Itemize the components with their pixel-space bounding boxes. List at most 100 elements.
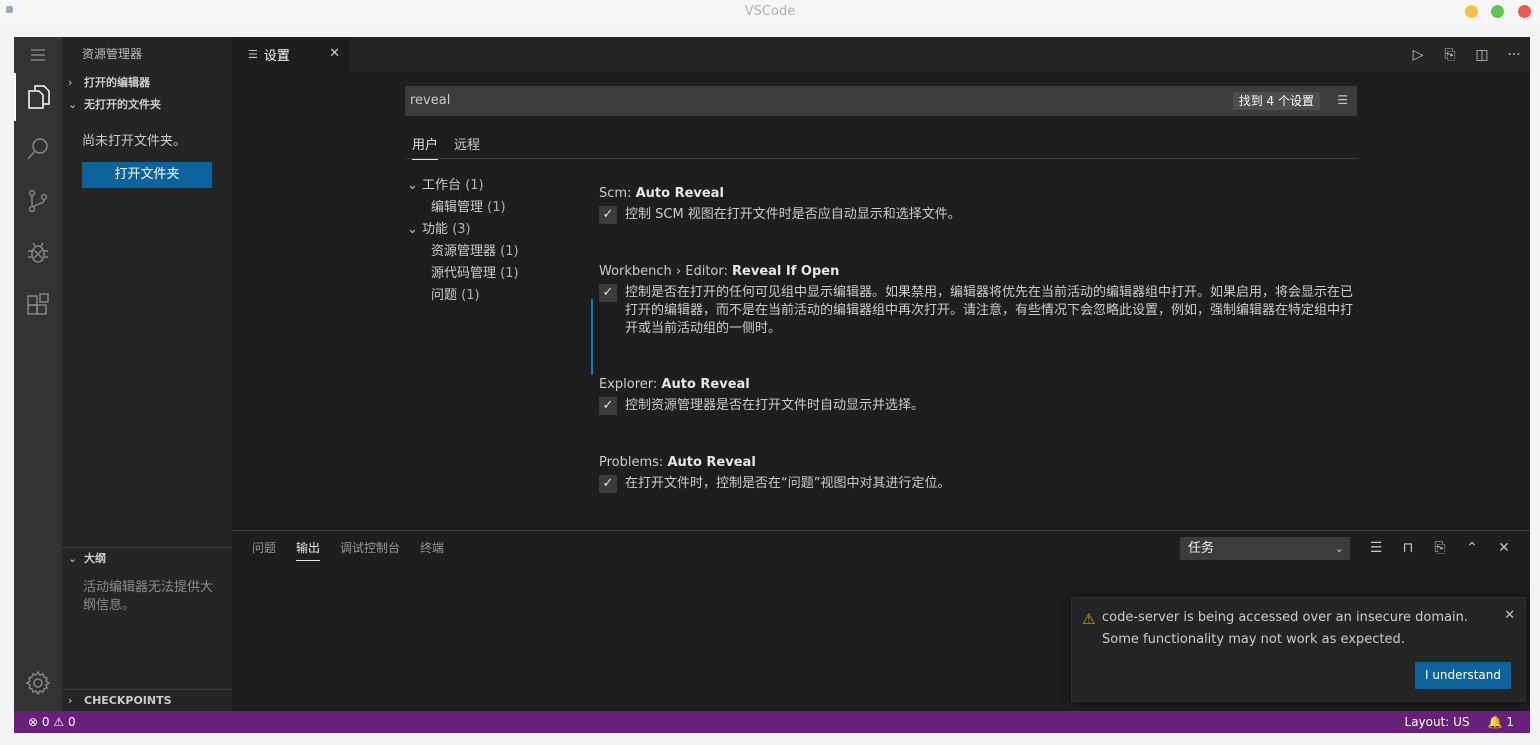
minimize-button[interactable]	[1465, 5, 1478, 18]
editor-actions: ▷ ⎘ ◫ ···	[1402, 37, 1530, 72]
toc-item-explorer[interactable]: 资源管理器 (1)	[407, 241, 519, 263]
debug-icon[interactable]	[14, 229, 62, 277]
notification-message: code-server is being accessed over an in…	[1102, 610, 1468, 647]
warning-count: 0	[67, 715, 76, 729]
toc-label: 编辑管理	[431, 200, 484, 215]
toc-item-scm[interactable]: 源代码管理 (1)	[407, 263, 519, 285]
toc-count: (1)	[465, 178, 484, 193]
outline-section[interactable]: ⌄ 大纲	[62, 548, 232, 570]
chevron-down-icon: ⌄	[68, 98, 78, 111]
tab-user[interactable]: 用户	[412, 134, 439, 160]
error-count: 0	[41, 715, 50, 729]
close-panel-icon[interactable]: ✕	[1488, 535, 1520, 561]
setting-explorer-auto-reveal: Explorer: Auto Reveal ✓ 控制资源管理器是否在打开文件时自动…	[599, 375, 1359, 415]
close-window-button[interactable]	[1518, 5, 1531, 18]
keyboard-layout-status[interactable]: Layout: US	[1405, 711, 1470, 733]
maximize-button[interactable]	[1491, 5, 1504, 18]
toc-label: 源代码管理	[431, 266, 497, 281]
chevron-down-icon: ⌄	[407, 178, 423, 193]
chevron-down-icon: ⌄	[68, 552, 78, 565]
setting-scm-auto-reveal: Scm: Auto Reveal ✓ 控制 SCM 视图在打开文件时是否应自动显示…	[599, 184, 1359, 224]
maximize-panel-icon[interactable]: ⌃	[1456, 535, 1488, 561]
bell-icon: 🔔	[1487, 715, 1503, 729]
tab-remote[interactable]: 远程	[454, 134, 480, 159]
chevron-right-icon: ›	[68, 694, 73, 707]
tab-problems[interactable]: 问题	[252, 539, 276, 561]
select-value: 任务	[1188, 541, 1215, 556]
explorer-icon[interactable]	[14, 73, 62, 121]
settings-editor: reveal 找到 4 个设置 ☰ 用户 远程 ⌄ 工作台 (1) 编辑管理 (…	[232, 72, 1530, 530]
tab-settings[interactable]: ☰ 设置 ✕	[232, 37, 350, 72]
menu-icon[interactable]	[14, 37, 62, 73]
more-actions-icon[interactable]: ···	[1498, 47, 1530, 63]
warning-icon: ⚠	[53, 715, 65, 729]
split-editor-icon[interactable]: ◫	[1466, 47, 1498, 63]
settings-gear-icon[interactable]	[14, 659, 62, 707]
tab-terminal[interactable]: 终端	[420, 539, 444, 561]
setting-name: Auto Reveal	[661, 377, 750, 392]
output-channel-select[interactable]: 任务 ⌄	[1180, 537, 1350, 560]
section-label: 打开的编辑器	[84, 76, 150, 89]
toc-label: 工作台	[422, 178, 462, 193]
open-json-icon[interactable]: ⎘	[1434, 47, 1466, 63]
checkbox[interactable]: ✓	[599, 284, 617, 302]
open-folder-button[interactable]: 打开文件夹	[82, 162, 212, 188]
tab-output[interactable]: 输出	[296, 539, 321, 561]
toc-count: (1)	[487, 200, 506, 215]
error-icon: ⊗	[28, 715, 39, 729]
close-icon[interactable]: ✕	[329, 46, 340, 61]
toc-item-editor-management[interactable]: 编辑管理 (1)	[407, 197, 519, 219]
run-icon[interactable]: ▷	[1402, 47, 1434, 63]
checkbox[interactable]: ✓	[599, 397, 617, 415]
setting-description: 控制资源管理器是否在打开文件时自动显示并选择。	[625, 398, 925, 413]
open-editors-section[interactable]: › 打开的编辑器	[62, 72, 232, 94]
search-icon[interactable]	[14, 125, 62, 173]
toc-item-features[interactable]: ⌄ 功能 (3)	[407, 219, 519, 241]
toc-item-workbench[interactable]: ⌄ 工作台 (1)	[407, 175, 519, 197]
open-log-icon[interactable]: ⎘	[1424, 535, 1456, 561]
problems-status[interactable]: ⊗ 0 ⚠ 0	[28, 711, 76, 733]
result-count-badge: 找到 4 个设置	[1232, 92, 1320, 110]
source-control-icon[interactable]	[14, 177, 62, 225]
close-icon[interactable]: ✕	[1504, 608, 1515, 623]
setting-description: 在打开文件时，控制是否在“问题”视图中对其进行定位。	[625, 476, 951, 491]
settings-file-icon: ☰	[248, 48, 258, 61]
setting-category: Problems:	[599, 455, 668, 470]
activity-bar	[14, 37, 62, 711]
extensions-icon[interactable]	[14, 281, 62, 329]
setting-name: Auto Reveal	[667, 455, 756, 470]
toc-label: 资源管理器	[431, 244, 497, 259]
clear-filter-icon[interactable]: ☰	[1337, 93, 1348, 107]
notifications-status[interactable]: 🔔 1	[1488, 711, 1514, 733]
warning-icon: ⚠	[1082, 610, 1096, 628]
setting-category: Workbench › Editor:	[599, 264, 733, 279]
checkpoints-section[interactable]: › CHECKPOINTS	[62, 690, 232, 712]
checkbox[interactable]: ✓	[599, 475, 617, 493]
chevron-down-icon: ⌄	[407, 222, 423, 237]
section-label: CHECKPOINTS	[84, 694, 172, 707]
settings-search-input[interactable]: reveal 找到 4 个设置 ☰	[405, 86, 1357, 116]
chevron-down-icon: ⌄	[1334, 542, 1344, 555]
sidebar-title: 资源管理器	[82, 47, 143, 61]
checkbox[interactable]: ✓	[599, 206, 617, 224]
app-icon	[6, 6, 13, 13]
setting-name: Auto Reveal	[635, 186, 724, 201]
section-label: 大纲	[84, 552, 106, 565]
clear-output-icon[interactable]: ☰	[1360, 535, 1392, 561]
setting-category: Scm:	[599, 186, 636, 201]
notification-toast: ⚠ code-server is being accessed over an …	[1071, 597, 1526, 702]
lock-scroll-icon[interactable]: ⊓	[1392, 535, 1424, 561]
setting-category: Explorer:	[599, 377, 662, 392]
setting-description: 控制 SCM 视图在打开文件时是否应自动显示和选择文件。	[625, 207, 961, 222]
outline-message: 活动编辑器无法提供大纲信息。	[83, 580, 214, 613]
setting-reveal-if-open: Workbench › Editor: Reveal If Open ✓ 控制是否…	[599, 262, 1359, 338]
toc-item-problems[interactable]: 问题 (1)	[407, 285, 519, 307]
toc-label: 问题	[431, 288, 458, 303]
setting-description: 控制是否在打开的任何可见组中显示编辑器。如果禁用，编辑器将优先在当前活动的编辑器…	[625, 285, 1354, 336]
no-folder-section[interactable]: ⌄ 无打开的文件夹	[62, 94, 232, 116]
settings-toc: ⌄ 工作台 (1) 编辑管理 (1) ⌄ 功能 (3) 资源管理器 (1) 源代…	[407, 175, 519, 307]
tab-debug-console[interactable]: 调试控制台	[340, 539, 400, 561]
i-understand-button[interactable]: I understand	[1414, 662, 1511, 689]
status-bar: ⊗ 0 ⚠ 0 Layout: US 🔔 1	[14, 711, 1530, 733]
panel-tabs: 问题 输出 调试控制台 终端	[252, 539, 444, 561]
